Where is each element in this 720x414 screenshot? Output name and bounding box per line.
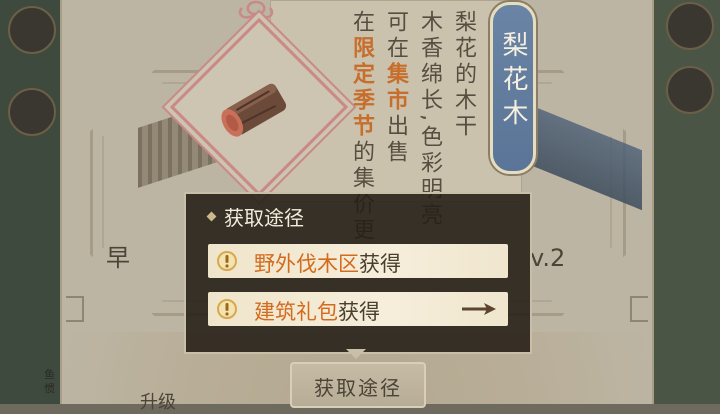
- source-suffix: 获得: [359, 252, 401, 276]
- market-highlight: 集市: [383, 62, 408, 114]
- source-item-logging-area[interactable]: 野外伐木区获得: [208, 244, 508, 278]
- building-name-label: 早: [106, 244, 130, 272]
- item-name: 梨花木: [498, 31, 528, 133]
- description-line-1: 梨花的木干: [451, 10, 476, 140]
- description-line-3: 可在集市出售: [383, 10, 408, 166]
- left-side-panel: [0, 0, 60, 404]
- arrow-right-icon[interactable]: [460, 301, 498, 317]
- alert-icon: [217, 299, 237, 319]
- menu-settings-icon[interactable]: [666, 66, 714, 114]
- menu-character-icon[interactable]: [8, 88, 56, 136]
- popup-title: 获取途径: [224, 206, 304, 230]
- alert-icon: [217, 251, 237, 271]
- upgrade-label: 升级: [140, 392, 176, 413]
- source-location: 野外伐木区: [254, 252, 359, 276]
- menu-book-icon[interactable]: [8, 6, 56, 54]
- source-location: 建筑礼包: [254, 300, 338, 324]
- acquire-source-button-label: 获取途径: [314, 376, 402, 400]
- season-highlight: 限定季节: [349, 36, 374, 140]
- popup-pointer: [346, 349, 366, 359]
- source-item-building-pack[interactable]: 建筑礼包获得: [208, 292, 508, 326]
- building-level-label: v.2: [530, 244, 566, 272]
- source-suffix: 获得: [338, 300, 380, 324]
- corner-ornament-right: [630, 296, 648, 322]
- side-tiny-label: 鱼 惯: [44, 368, 55, 395]
- acquire-source-button[interactable]: 获取途径: [290, 362, 426, 408]
- menu-map-icon[interactable]: [666, 2, 714, 50]
- item-name-plaque: 梨花木: [490, 2, 536, 174]
- wood-log-icon: [221, 83, 287, 137]
- corner-ornament-left: [66, 296, 84, 322]
